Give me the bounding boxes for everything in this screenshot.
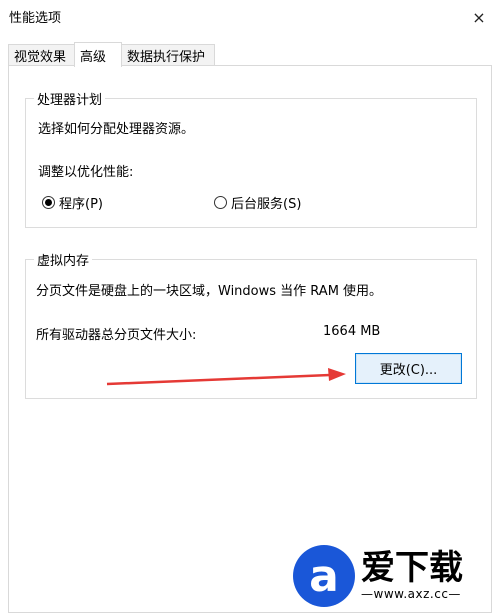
tab-visual-effects[interactable]: 视觉效果	[8, 44, 75, 66]
total-paging-label: 所有驱动器总分页文件大小:	[36, 328, 197, 343]
axz-logo-icon: a	[293, 545, 355, 607]
watermark-url: —www.axz.cc—	[361, 587, 461, 601]
tab-panel-advanced: 处理器计划 选择如何分配处理器资源。 调整以优化性能: 程序(P) 后台服务(S…	[8, 65, 492, 613]
tab-bar: 视觉效果 高级 数据执行保护	[8, 42, 492, 67]
radio-unselected-icon	[214, 196, 227, 209]
group-title: 处理器计划	[34, 89, 106, 108]
radio-background-services[interactable]: 后台服务(S)	[214, 193, 301, 212]
title-bar: 性能选项 ×	[0, 0, 500, 36]
total-paging-value: 1664 MB	[323, 324, 381, 339]
radio-label: 后台服务(S)	[231, 197, 302, 212]
watermark-brand: 爱下载	[361, 548, 463, 588]
tab-label: 数据执行保护	[127, 50, 206, 65]
radio-label: 程序(P)	[59, 197, 103, 212]
processor-scheduling-group: 处理器计划 选择如何分配处理器资源。 调整以优化性能: 程序(P) 后台服务(S…	[25, 89, 477, 228]
processor-description: 选择如何分配处理器资源。	[38, 122, 195, 137]
radio-programs[interactable]: 程序(P)	[42, 193, 103, 212]
tab-label: 高级	[80, 49, 107, 65]
close-button[interactable]: ×	[464, 3, 494, 31]
radio-selected-icon	[42, 196, 55, 209]
close-icon: ×	[472, 7, 486, 27]
watermark-logo: a 爱下载 —www.axz.cc—	[293, 545, 463, 607]
tab-data-execution-prevention[interactable]: 数据执行保护	[121, 44, 215, 66]
change-button[interactable]: 更改(C)...	[355, 353, 462, 384]
window-title: 性能选项	[9, 11, 62, 26]
vm-description: 分页文件是硬盘上的一块区域，Windows 当作 RAM 使用。	[36, 284, 383, 299]
group-title: 虚拟内存	[34, 250, 93, 269]
tab-label: 视觉效果	[14, 50, 67, 65]
adjust-label: 调整以优化性能:	[38, 165, 134, 180]
tab-advanced[interactable]: 高级	[74, 42, 122, 67]
